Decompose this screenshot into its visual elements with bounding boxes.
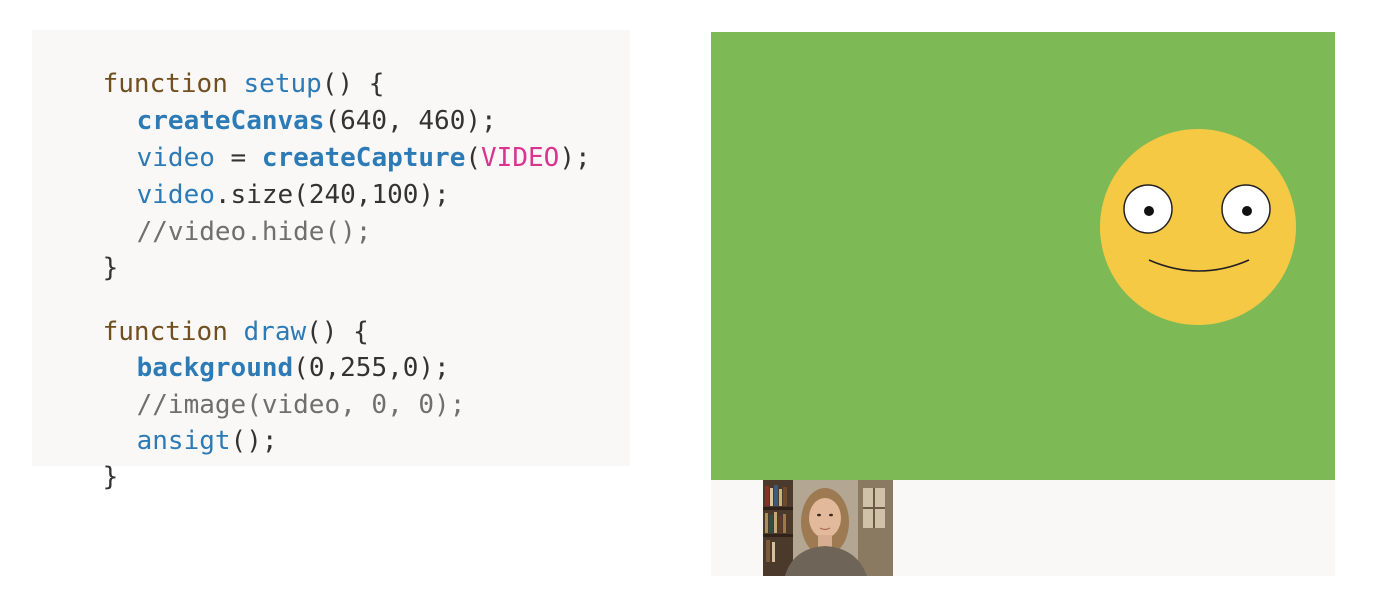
code-line-setup-signature: function setup() { [40, 36, 385, 99]
webcam-person-image [763, 480, 893, 576]
code-line-create-canvas: createCanvas(640, 460); [40, 73, 497, 136]
sketch-output [711, 32, 1335, 576]
code-line-draw-close: } [40, 429, 119, 492]
paren-close: ); [559, 143, 591, 173]
code-editor[interactable]: function setup() { createCanvas(640, 460… [32, 30, 630, 492]
ansigt-call: (); [230, 426, 278, 456]
code-line-background: background(0,255,0); [40, 320, 450, 383]
paren-open: ( [465, 143, 482, 173]
code-line-video-hide-comment: //video.hide(); [40, 184, 372, 247]
fn-ansigt: ansigt [136, 426, 231, 456]
right-pupil [1242, 206, 1252, 216]
code-line-draw-signature: function draw() { [40, 284, 369, 347]
code-line-create-capture: video = createCapture(VIDEO); [40, 110, 591, 173]
smiley-face [1100, 129, 1296, 325]
left-pupil [1144, 206, 1154, 216]
const-video: VIDEO [481, 143, 560, 173]
code-line-ansigt: ansigt(); [40, 393, 278, 456]
code-line-video-size: video.size(240,100); [40, 147, 450, 210]
brace-close: } [102, 462, 119, 492]
sketch-canvas[interactable] [711, 32, 1335, 480]
comment-video-hide: //video.hide(); [136, 217, 372, 247]
code-line-image-comment: //image(video, 0, 0); [40, 357, 466, 420]
code-line-setup-close: } [40, 220, 119, 283]
face-circle [1100, 129, 1296, 325]
brace-close: } [102, 253, 119, 283]
webcam-video [763, 480, 893, 576]
